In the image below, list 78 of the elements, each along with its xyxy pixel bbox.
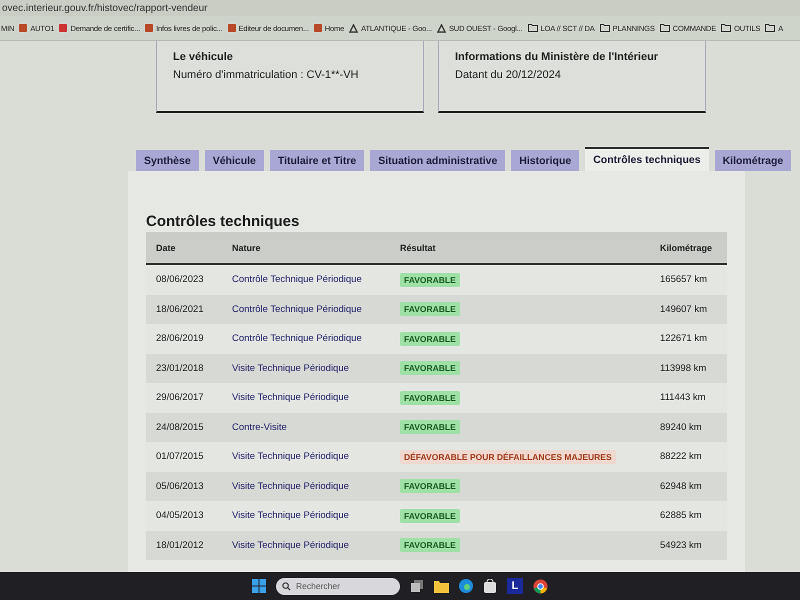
mileage-cell-text: 89240 km bbox=[660, 422, 703, 433]
nature-cell-text: Visite Technique Périodique bbox=[232, 451, 350, 462]
card-text: Numéro d'immatriculation : CV-1**-VH bbox=[173, 69, 360, 81]
result-badge: FAVORABLE bbox=[400, 332, 460, 346]
nature-cell-text: Contre-Visite bbox=[232, 422, 288, 433]
result-badge: FAVORABLE bbox=[400, 538, 460, 552]
store-icon[interactable] bbox=[483, 579, 497, 593]
date-cell-text: 24/08/2015 bbox=[156, 422, 205, 433]
date-cell-text: 18/06/2021 bbox=[156, 304, 205, 315]
mileage-cell-text: 165657 km bbox=[660, 274, 708, 286]
section-title: Contrôles techniques bbox=[146, 213, 300, 230]
tab[interactable]: Titulaire et Titre bbox=[270, 150, 364, 171]
folder-icon bbox=[721, 24, 732, 32]
tab[interactable]: Synthèse bbox=[136, 150, 199, 171]
nature-cell-text: Visite Technique Périodique bbox=[232, 540, 350, 551]
mileage-cell-text: 62948 km bbox=[660, 480, 703, 492]
result-badge: FAVORABLE bbox=[400, 302, 460, 316]
nature-cell-text: Contrôle Technique Périodique bbox=[232, 274, 363, 286]
nature-cell-text: Visite Technique Périodique bbox=[232, 392, 350, 404]
result-badge: FAVORABLE bbox=[400, 361, 460, 376]
triangle-icon bbox=[349, 24, 358, 32]
tab[interactable]: Contrôles techniques bbox=[585, 147, 709, 171]
date-cell-text: 01/07/2015 bbox=[156, 451, 205, 462]
date-cell-text: 05/06/2013 bbox=[156, 480, 205, 492]
favicon-icon bbox=[314, 24, 322, 32]
chrome-icon[interactable] bbox=[533, 578, 548, 594]
favicon-icon bbox=[19, 24, 28, 32]
result-badge: FAVORABLE bbox=[400, 390, 460, 405]
app-icon[interactable]: L bbox=[507, 578, 523, 594]
folder-icon bbox=[528, 24, 538, 32]
column-header: Kilométrage bbox=[660, 242, 714, 252]
folder-icon bbox=[600, 24, 610, 32]
mileage-cell-text: 111443 km bbox=[660, 392, 707, 404]
date-cell-text: 18/01/2012 bbox=[156, 540, 205, 551]
favicon-icon bbox=[145, 24, 154, 32]
date-cell-text: 04/05/2013 bbox=[156, 510, 205, 522]
triangle-icon bbox=[436, 24, 446, 32]
mileage-cell-text: 122671 km bbox=[660, 333, 708, 344]
result-badge: DÉFAVORABLE POUR DÉFAILLANCES MAJEURES bbox=[400, 450, 616, 464]
result-badge: FAVORABLE bbox=[400, 272, 460, 287]
folder-icon bbox=[765, 24, 776, 32]
tab[interactable]: Kilométrage bbox=[714, 150, 792, 171]
mileage-cell-text: 88222 km bbox=[660, 451, 703, 462]
column-header: Résultat bbox=[400, 242, 437, 252]
card-title: Le véhicule bbox=[173, 51, 234, 63]
windows-stack-icon[interactable] bbox=[410, 579, 424, 593]
nature-cell-text: Contrôle Technique Périodique bbox=[232, 304, 363, 315]
card-text: Datant du 20/12/2024 bbox=[455, 69, 562, 81]
browser-icon[interactable] bbox=[459, 579, 473, 593]
nature-cell-text: Contrôle Technique Périodique bbox=[232, 333, 363, 344]
mileage-cell-text: 54923 km bbox=[660, 540, 703, 551]
column-header: Nature bbox=[232, 242, 262, 252]
nature-cell-text: Visite Technique Périodique bbox=[232, 362, 350, 374]
favicon-icon bbox=[59, 24, 68, 32]
date-cell-text: 08/06/2023 bbox=[156, 274, 205, 286]
nature-cell-text: Visite Technique Périodique bbox=[232, 480, 350, 492]
windows-icon[interactable] bbox=[252, 579, 266, 593]
tab[interactable]: Véhicule bbox=[204, 150, 264, 171]
date-cell-text: 23/01/2018 bbox=[156, 362, 205, 374]
favicon-icon bbox=[228, 24, 236, 32]
result-badge: FAVORABLE bbox=[400, 479, 460, 494]
mileage-cell-text: 149607 km bbox=[660, 304, 708, 315]
search-icon bbox=[282, 582, 291, 590]
mileage-cell-text: 113998 km bbox=[660, 362, 708, 374]
date-cell-text: 29/06/2017 bbox=[156, 392, 205, 404]
tab[interactable]: Historique bbox=[511, 150, 580, 171]
date-cell-text: 28/06/2019 bbox=[156, 333, 205, 344]
tab[interactable]: Situation administrative bbox=[370, 150, 506, 171]
result-badge: FAVORABLE bbox=[400, 420, 460, 434]
result-badge: FAVORABLE bbox=[400, 508, 460, 523]
folder-icon[interactable] bbox=[434, 580, 449, 592]
folder-icon bbox=[660, 24, 670, 32]
card-title: Informations du Ministère de l'Intérieur bbox=[455, 51, 660, 63]
column-header: Date bbox=[156, 242, 177, 252]
url-text[interactable]: ovec.interieur.gouv.fr/histovec/rapport-vendeur bbox=[2, 2, 208, 14]
search-field[interactable]: Rechercher bbox=[276, 578, 400, 594]
nature-cell-text: Visite Technique Périodique bbox=[232, 510, 350, 522]
mileage-cell-text: 62885 km bbox=[660, 510, 703, 522]
